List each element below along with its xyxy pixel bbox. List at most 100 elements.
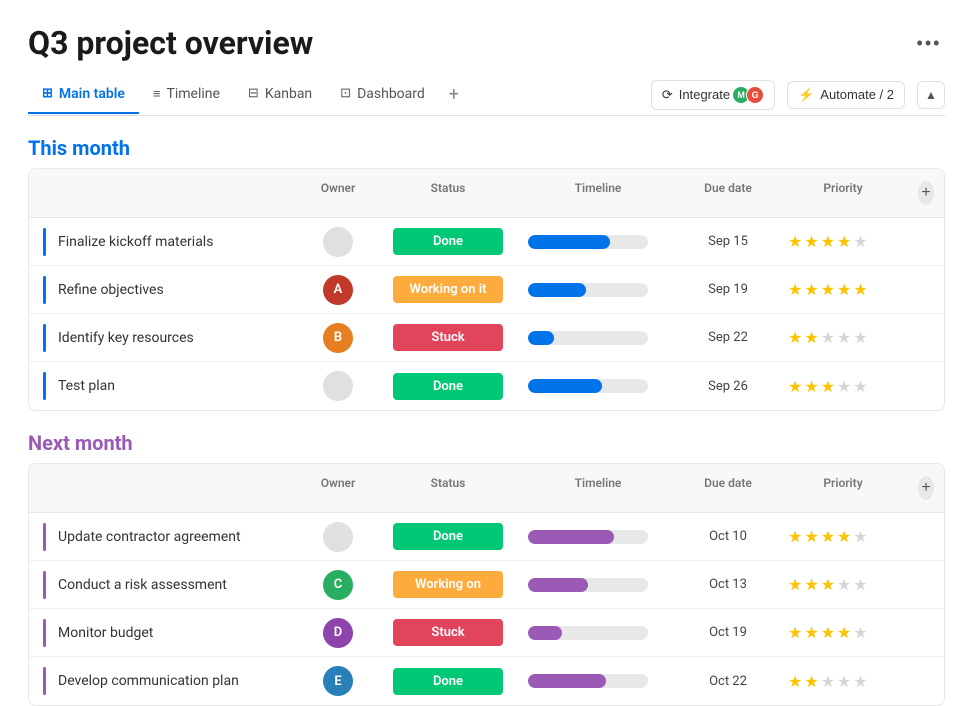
status-badge[interactable]: Stuck [393, 324, 503, 351]
status-badge[interactable]: Done [393, 523, 503, 550]
owner-cell [298, 219, 378, 265]
add-tab-button[interactable]: + [439, 74, 469, 115]
collapse-button[interactable]: ▲ [917, 81, 945, 109]
star-4: ★ [837, 232, 851, 251]
timeline-bar [528, 530, 648, 544]
star-2: ★ [804, 232, 818, 251]
timeline-fill [528, 235, 610, 249]
integrate-label: Integrate [679, 87, 730, 102]
th-add-col-1[interactable]: + [908, 177, 944, 209]
section-this-month: This month Owner Status Timeline Due dat… [28, 136, 945, 411]
page-header: Q3 project overview ••• [28, 24, 945, 62]
status-cell[interactable]: Done [378, 515, 518, 558]
star-4: ★ [837, 672, 851, 691]
owner-cell: D [298, 610, 378, 656]
timeline-bar [528, 283, 648, 297]
tab-dashboard-label: Dashboard [357, 86, 425, 102]
integrate-button[interactable]: ⟳ Integrate M G [651, 80, 775, 110]
row-add-cell [908, 330, 944, 346]
star-3: ★ [821, 232, 835, 251]
timeline-cell [518, 618, 678, 648]
timeline-cell [518, 666, 678, 696]
th-priority-2: Priority [778, 472, 908, 504]
color-bar [43, 228, 46, 256]
avatar-placeholder [323, 522, 353, 552]
star-4: ★ [837, 328, 851, 347]
avatar: A [323, 275, 353, 305]
timeline-bar [528, 674, 648, 688]
timeline-bar [528, 578, 648, 592]
row-add-cell [908, 234, 944, 250]
star-5: ★ [853, 377, 867, 396]
status-cell[interactable]: Working on it [378, 268, 518, 311]
status-cell[interactable]: Done [378, 365, 518, 408]
status-cell[interactable]: Done [378, 220, 518, 263]
star-5: ★ [853, 672, 867, 691]
tab-timeline[interactable]: ≡ Timeline [139, 76, 234, 114]
table-icon: ⊞ [42, 86, 53, 101]
status-badge[interactable]: Done [393, 373, 503, 400]
star-3: ★ [821, 623, 835, 642]
timeline-bar [528, 379, 648, 393]
star-5: ★ [853, 328, 867, 347]
color-bar [43, 571, 46, 599]
status-badge[interactable]: Done [393, 228, 503, 255]
star-1: ★ [788, 623, 802, 642]
tabs-bar: ⊞ Main table ≡ Timeline ⊟ Kanban ⊡ Dashb… [28, 74, 945, 116]
add-column-button-2[interactable]: + [918, 476, 934, 500]
task-name: Conduct a risk assessment [58, 577, 227, 593]
status-cell[interactable]: Done [378, 660, 518, 703]
tab-timeline-label: Timeline [166, 86, 219, 102]
table-next-month: Owner Status Timeline Due date Priority … [28, 463, 945, 706]
status-cell[interactable]: Working on [378, 563, 518, 606]
table-row: Finalize kickoff materials Done Sep 15 ★… [29, 218, 944, 266]
owner-cell: A [298, 267, 378, 313]
row-add-cell [908, 282, 944, 298]
page-title: Q3 project overview [28, 24, 313, 62]
date-cell: Oct 19 [678, 617, 778, 648]
task-name: Test plan [58, 378, 115, 394]
tab-dashboard[interactable]: ⊡ Dashboard [326, 76, 439, 114]
star-4: ★ [837, 280, 851, 299]
table-this-month: Owner Status Timeline Due date Priority … [28, 168, 945, 411]
automate-button[interactable]: ⚡ Automate / 2 [787, 81, 905, 109]
timeline-fill [528, 674, 606, 688]
task-name-cell: Conduct a risk assessment [29, 563, 298, 607]
owner-cell [298, 514, 378, 560]
status-badge[interactable]: Working on it [393, 276, 503, 303]
status-cell[interactable]: Stuck [378, 316, 518, 359]
timeline-cell [518, 323, 678, 353]
star-3: ★ [821, 527, 835, 546]
timeline-cell [518, 227, 678, 257]
chevron-up-icon: ▲ [925, 88, 937, 102]
more-options-button[interactable]: ••• [913, 27, 945, 59]
task-name-cell: Monitor budget [29, 611, 298, 655]
status-cell[interactable]: Stuck [378, 611, 518, 654]
task-name-cell: Update contractor agreement [29, 515, 298, 559]
owner-cell: E [298, 658, 378, 704]
integrate-icon: ⟳ [662, 87, 673, 103]
avatar: E [323, 666, 353, 696]
tabs-right: ⟳ Integrate M G ⚡ Automate / 2 ▲ [651, 80, 945, 110]
status-badge[interactable]: Stuck [393, 619, 503, 646]
avatar: D [323, 618, 353, 648]
tab-main-table[interactable]: ⊞ Main table [28, 76, 139, 114]
tab-kanban[interactable]: ⊟ Kanban [234, 76, 326, 114]
priority-cell: ★ ★ ★ ★ ★ [778, 664, 908, 699]
avatar-placeholder [323, 371, 353, 401]
star-1: ★ [788, 377, 802, 396]
add-column-button-1[interactable]: + [918, 181, 934, 205]
th-owner-2: Owner [298, 472, 378, 504]
task-name: Identify key resources [58, 330, 194, 346]
priority-cell: ★ ★ ★ ★ ★ [778, 224, 908, 259]
avatar-placeholder [323, 227, 353, 257]
th-add-col-2[interactable]: + [908, 472, 944, 504]
status-badge[interactable]: Done [393, 668, 503, 695]
star-5: ★ [853, 280, 867, 299]
star-5: ★ [853, 575, 867, 594]
tab-main-table-label: Main table [59, 86, 125, 102]
timeline-cell [518, 275, 678, 305]
status-badge[interactable]: Working on [393, 571, 503, 598]
star-2: ★ [804, 377, 818, 396]
table-row: Refine objectives A Working on it Sep 19… [29, 266, 944, 314]
